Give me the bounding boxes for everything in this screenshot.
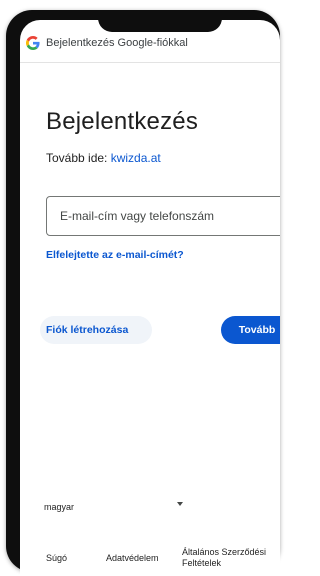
create-account-button[interactable]: Fiók létrehozása <box>40 316 152 344</box>
continue-domain-link[interactable]: kwizda.at <box>111 151 161 165</box>
screen: Bejelentkezés Google-fiókkal Bejelentkez… <box>20 20 280 576</box>
phone-notch <box>98 10 222 32</box>
next-button[interactable]: Tovább <box>221 316 280 344</box>
help-link[interactable]: Súgó <box>46 553 67 564</box>
create-account-label: Fiók létrehozása <box>46 324 129 336</box>
email-field[interactable]: E-mail-cím vagy telefonszám <box>46 196 280 236</box>
language-select[interactable]: magyar <box>44 502 74 512</box>
tab-title: Bejelentkezés Google-fiókkal <box>46 37 188 49</box>
phone-frame: Bejelentkezés Google-fiókkal Bejelentkez… <box>6 10 280 576</box>
continue-to-text: Tovább ide: kwizda.at <box>46 151 161 165</box>
forgot-email-link[interactable]: Elfelejtette az e-mail-címét? <box>46 249 184 261</box>
email-field-placeholder: E-mail-cím vagy telefonszám <box>60 209 215 223</box>
page-title: Bejelentkezés <box>46 108 199 135</box>
google-g-logo-icon <box>26 36 40 50</box>
continue-prefix: Tovább ide: <box>46 151 111 165</box>
privacy-link[interactable]: Adatvédelem <box>106 553 159 564</box>
chevron-down-icon[interactable] <box>177 502 183 506</box>
next-button-label: Tovább <box>238 324 276 336</box>
